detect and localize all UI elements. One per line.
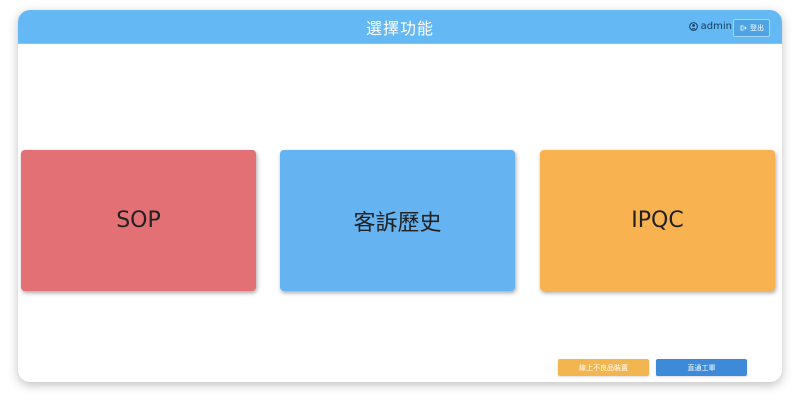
- ipqc-card[interactable]: IPQC: [540, 150, 775, 291]
- complaint-history-card[interactable]: 客訴歷史: [280, 150, 515, 291]
- ipqc-card-label: IPQC: [631, 208, 684, 233]
- complaint-history-card-label: 客訴歷史: [353, 210, 442, 236]
- logout-label: 登出: [750, 24, 764, 32]
- defective-device-button[interactable]: 線上不良品裝置: [558, 359, 649, 376]
- direct-work-order-button-label: 直通工單: [687, 363, 716, 372]
- app-window: 選擇功能 admin 登出 SOP 客訴歷史 IPQC 線上不良品裝置 直通工單: [18, 10, 782, 382]
- header-bar: 選擇功能 admin 登出: [18, 10, 782, 44]
- logout-icon: [740, 25, 747, 31]
- user-name: admin: [700, 21, 732, 32]
- direct-work-order-button[interactable]: 直通工單: [656, 359, 747, 376]
- defective-device-button-label: 線上不良品裝置: [579, 363, 628, 372]
- logout-button[interactable]: 登出: [733, 19, 770, 37]
- sop-card[interactable]: SOP: [21, 150, 256, 291]
- page-title: 選擇功能: [365, 19, 434, 38]
- user-icon: [688, 22, 698, 31]
- user-info: admin: [688, 21, 732, 32]
- sop-card-label: SOP: [116, 208, 161, 233]
